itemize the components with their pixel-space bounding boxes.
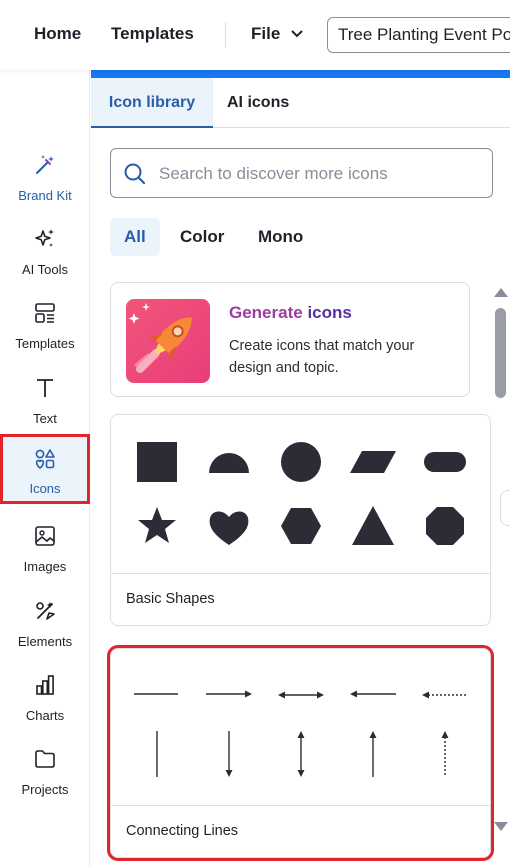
category-card-basic-shapes[interactable]: Basic Shapes: [110, 414, 491, 626]
sidebar-item-projects[interactable]: Projects: [0, 740, 90, 810]
sidebar-item-label: Text: [33, 411, 57, 426]
square-icon[interactable]: [132, 437, 182, 487]
search-input[interactable]: [159, 159, 479, 189]
document-title-input[interactable]: Tree Planting Event Po: [327, 17, 510, 53]
filter-all[interactable]: All: [110, 218, 160, 256]
tab-ai-icons[interactable]: AI icons: [227, 78, 289, 128]
dashed-arrow-left-icon[interactable]: [420, 669, 470, 719]
icons-panel: Icon library AI icons All Color Mono: [91, 70, 510, 866]
panel-tabs: Icon library AI icons: [91, 78, 510, 128]
triangle-icon[interactable]: [348, 501, 398, 551]
arrow-double-horizontal-icon[interactable]: [276, 669, 326, 719]
dashed-arrow-up-icon[interactable]: [420, 729, 470, 779]
file-menu[interactable]: File: [251, 24, 280, 44]
octagon-icon[interactable]: [420, 501, 470, 551]
generate-icons-title: Generate icons: [229, 303, 352, 323]
arrow-down-icon[interactable]: [204, 729, 254, 779]
generate-title-part2: icons: [307, 303, 352, 322]
bar-chart-icon: [36, 675, 54, 695]
generate-icons-card[interactable]: Generate icons Create icons that match y…: [110, 282, 470, 397]
sidebar-item-charts[interactable]: Charts: [0, 666, 90, 736]
sidebar-item-brand-kit[interactable]: Brand Kit: [0, 146, 90, 216]
templates-icon: [35, 303, 55, 323]
sidebar-item-icons[interactable]: Icons: [0, 434, 90, 504]
category-card-connecting-lines[interactable]: Connecting Lines: [107, 645, 494, 861]
heart-icon[interactable]: [204, 501, 254, 551]
rocket-icon: [126, 299, 210, 383]
category-footer: Connecting Lines: [111, 805, 490, 857]
hexagon-icon[interactable]: [276, 501, 326, 551]
top-bar: Home Templates File Tree Planting Event …: [0, 0, 510, 70]
scroll-up-arrow-icon[interactable]: [494, 288, 508, 297]
home-link[interactable]: Home: [34, 24, 81, 44]
search-icon: [124, 163, 146, 185]
magic-wand-icon: [36, 155, 54, 174]
line-icon[interactable]: [132, 669, 182, 719]
divider: [225, 22, 226, 48]
sidebar-item-label: Images: [23, 559, 67, 574]
vertical-line-icon[interactable]: [132, 729, 182, 779]
category-name: Basic Shapes: [126, 591, 215, 607]
shapes-icon: [35, 449, 55, 470]
parallelogram-icon[interactable]: [348, 437, 398, 487]
sidebar-item-text[interactable]: Text: [0, 369, 90, 439]
arrow-up-icon[interactable]: [348, 729, 398, 779]
sidebar-item-label: Projects: [21, 782, 69, 797]
sparkles-icon: [35, 229, 54, 247]
image-icon: [35, 526, 55, 546]
tab-icon-library[interactable]: Icon library: [91, 78, 213, 128]
scrollbar-thumb[interactable]: [495, 308, 506, 398]
circle-icon[interactable]: [276, 437, 326, 487]
sidebar-item-images[interactable]: Images: [0, 517, 90, 587]
scroll-down-arrow-icon[interactable]: [494, 822, 508, 831]
folder-icon: [35, 750, 55, 768]
sidebar-item-label: Charts: [25, 708, 65, 723]
sidebar-item-label: Templates: [15, 336, 75, 351]
elements-icon: [36, 602, 55, 620]
semicircle-icon[interactable]: [204, 437, 254, 487]
sidebar-item-label: Icons: [29, 481, 61, 496]
sidebar: Brand Kit AI Tools Templates Text Icons: [0, 70, 90, 866]
arrow-right-icon[interactable]: [204, 669, 254, 719]
sidebar-item-templates[interactable]: Templates: [0, 294, 90, 364]
panel-accent-bar: [91, 70, 510, 78]
star-icon[interactable]: [132, 501, 182, 551]
sidebar-item-label: Brand Kit: [18, 188, 72, 203]
text-icon: [37, 379, 53, 397]
rounded-rectangle-icon[interactable]: [420, 437, 470, 487]
sidebar-item-elements[interactable]: Elements: [0, 592, 90, 662]
arrow-double-vertical-icon[interactable]: [276, 729, 326, 779]
arrow-left-icon[interactable]: [348, 669, 398, 719]
chevron-down-icon[interactable]: [290, 27, 304, 41]
panel-scrollbar[interactable]: [492, 282, 510, 842]
generate-title-part1: Generate: [229, 303, 303, 322]
sidebar-item-label: AI Tools: [21, 262, 68, 277]
templates-link[interactable]: Templates: [111, 24, 194, 44]
filter-color[interactable]: Color: [166, 218, 238, 256]
category-footer: Basic Shapes: [111, 573, 490, 625]
search-box: [110, 148, 493, 198]
category-name: Connecting Lines: [126, 823, 239, 839]
generate-icons-description: Create icons that match your design and …: [229, 338, 415, 376]
sidebar-item-label: Elements: [17, 634, 73, 649]
filter-mono[interactable]: Mono: [244, 218, 317, 256]
panel-collapse-handle[interactable]: [500, 490, 510, 526]
sidebar-item-ai-tools[interactable]: AI Tools: [0, 220, 90, 290]
